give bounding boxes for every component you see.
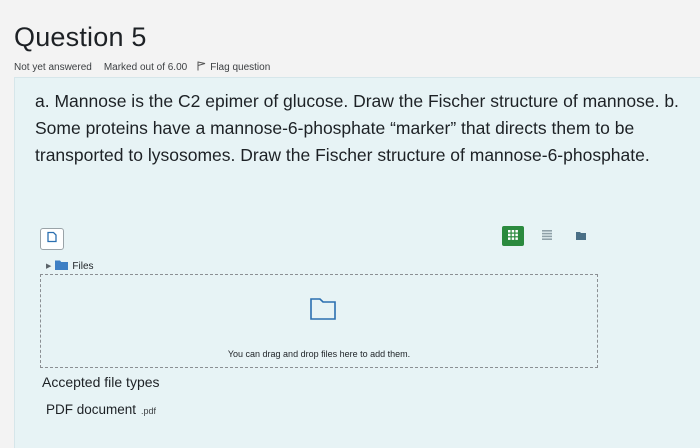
list-view-button[interactable] [536,226,558,246]
flag-label: Flag question [210,62,271,73]
file-type-name: PDF document [46,402,137,417]
folder-icon [55,259,69,273]
question-text: a. Mannose is the C2 epimer of glucose. … [35,91,679,165]
dropzone-instructions: You can drag and drop files here to add … [227,349,411,359]
question-meta: Not yet answered Marked out of 6.00 Flag… [14,61,270,74]
file-add-icon [46,230,58,248]
icons-view-icon [508,227,518,245]
flag-question-link[interactable]: Flag question [197,61,270,74]
question-marks: Marked out of 6.00 [103,62,188,73]
question-title: Question 5 [14,22,147,52]
breadcrumb[interactable]: ▶ Files [46,259,94,273]
file-dropzone[interactable]: You can drag and drop files here to add … [40,274,598,368]
chevron-right-icon: ▶ [46,263,52,270]
question-status: Not yet answered [14,62,92,73]
question-content: a. Mannose is the C2 epimer of glucose. … [14,77,700,448]
file-drop-icon [309,297,337,326]
file-type-extension: .pdf [141,406,157,416]
view-switcher [502,226,592,246]
flag-icon [197,61,206,74]
tree-view-icon [576,227,586,245]
add-file-button[interactable] [40,228,64,250]
accepted-file-types-heading: Accepted file types [42,374,160,390]
folder-label: Files [72,260,94,272]
icons-view-button[interactable] [502,226,524,246]
tree-view-button[interactable] [570,226,592,246]
list-view-icon [542,227,552,245]
accepted-file-type: PDF document .pdf [46,402,156,417]
